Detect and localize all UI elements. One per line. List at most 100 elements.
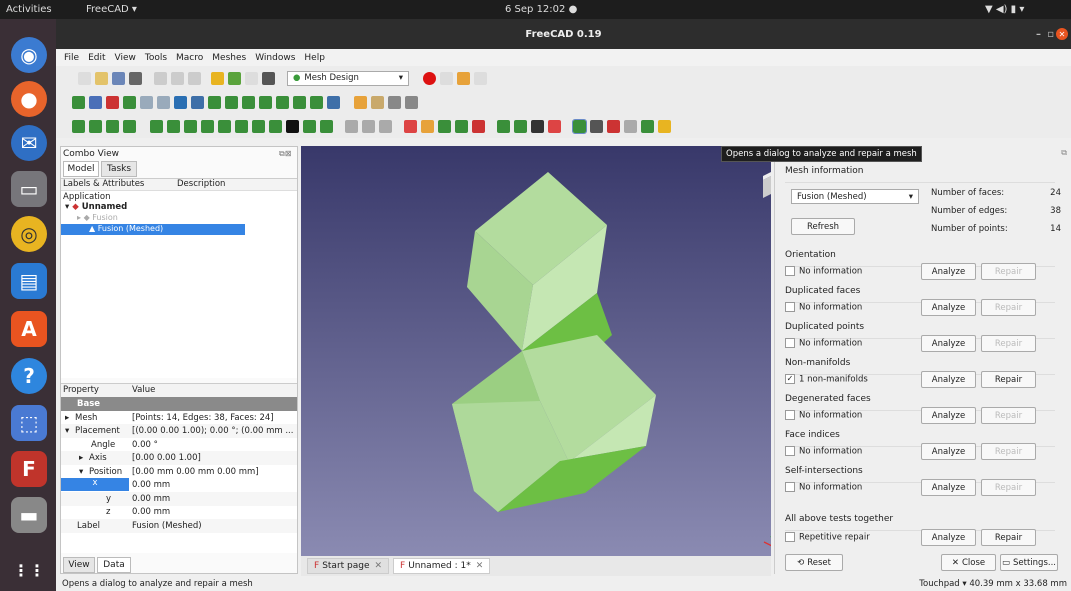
open-icon[interactable] [95,71,108,85]
fit-selection-icon[interactable] [89,95,102,109]
property-row-x[interactable]: x 0.00 mm [61,478,297,492]
rear-view-icon[interactable] [276,95,289,109]
non-manifolds-repair-button[interactable]: Repair [981,371,1036,388]
menu-view[interactable]: View [115,53,136,63]
new-icon[interactable] [78,71,91,85]
scale-icon[interactable] [303,119,316,133]
group-icon[interactable] [371,95,384,109]
duplicated-points-analyze-button[interactable]: Analyze [921,335,976,352]
minimize-icon[interactable]: – [1036,29,1041,40]
close-window-icon[interactable]: ✕ [1056,28,1068,40]
smooth-icon[interactable] [286,119,299,133]
undo-icon[interactable] [211,71,224,85]
degenerated-faces-analyze-button[interactable]: Analyze [921,407,976,424]
duplicated-faces-checkbox[interactable] [785,302,795,312]
close-tab-icon[interactable]: ✕ [375,561,383,571]
union-icon[interactable] [345,119,358,133]
self-intersections-analyze-button[interactable]: Analyze [921,479,976,496]
workbench-view-icon[interactable] [174,95,187,109]
top-view-icon[interactable] [242,95,255,109]
help-icon[interactable]: ? [11,358,47,394]
duplicated-points-repair-button[interactable]: Repair [981,335,1036,352]
face-indices-checkbox[interactable] [785,446,795,456]
duplicated-faces-status[interactable]: No information [785,302,862,313]
section-icon[interactable] [472,119,485,133]
orientation-repair-button[interactable]: Repair [981,263,1036,280]
whats-this-icon[interactable] [262,71,275,85]
tab-start-page[interactable]: F Start page ✕ [307,558,390,574]
regular-solid-icon[interactable] [123,119,136,133]
close-button[interactable]: ✕ Close [941,554,996,571]
property-row-z[interactable]: z 0.00 mm [61,505,297,519]
evaluation-icon[interactable] [150,119,163,133]
close-tab-icon[interactable]: ✕ [476,561,484,571]
non-manifolds-status[interactable]: ✓ 1 non-manifolds [785,374,868,385]
files-icon[interactable]: ▭ [11,171,47,207]
edit-macro-icon[interactable] [457,71,470,85]
export-mesh-icon[interactable] [89,119,102,133]
face-indices-status[interactable]: No information [785,446,862,457]
rhythmbox-icon[interactable]: ◎ [11,216,47,252]
all-analyze-button[interactable]: Analyze [921,529,976,546]
activities-button[interactable]: Activities [6,4,52,15]
non-manifolds-checkbox[interactable]: ✓ [785,374,795,384]
merge-icon[interactable] [497,119,510,133]
status-dimensions[interactable]: Touchpad ▾ 40.39 mm x 33.68 mm [919,579,1067,589]
save-icon[interactable] [112,71,125,85]
analyze-repair-icon[interactable] [572,118,587,134]
tab-view[interactable]: View [63,557,95,573]
duplicated-points-status[interactable]: No information [785,338,862,349]
thunderbird-icon[interactable]: ✉ [11,125,47,161]
freecad-icon[interactable]: F [11,451,47,487]
drive-icon[interactable]: ▬ [11,497,47,533]
draw-style-icon[interactable] [106,95,119,109]
property-row-label[interactable]: Label Fusion (Meshed) [61,519,297,533]
software-icon[interactable]: A [11,311,47,347]
menu-file[interactable]: File [64,53,79,63]
link-icon[interactable] [388,95,401,109]
duplicated-faces-analyze-button[interactable]: Analyze [921,299,976,316]
measure-icon[interactable] [327,95,340,109]
part-icon[interactable] [354,95,367,109]
evaluate-solid-icon[interactable] [590,119,603,133]
add-triangle-icon[interactable] [252,119,265,133]
3d-viewport[interactable] [301,146,782,574]
mesh-select[interactable]: Fusion (Meshed) ▾ [791,189,919,204]
paste-icon[interactable] [188,71,201,85]
menu-meshes[interactable]: Meshes [212,53,246,63]
link-actions-icon[interactable] [405,95,418,109]
remove-components-icon[interactable] [269,119,282,133]
self-intersections-repair-button[interactable]: Repair [981,479,1036,496]
face-indices-analyze-button[interactable]: Analyze [921,443,976,460]
zoom-icon[interactable] [191,95,204,109]
difference-icon[interactable] [379,119,392,133]
points-icon[interactable] [624,119,637,133]
segmentation-icon[interactable] [320,119,333,133]
duplicated-points-checkbox[interactable] [785,338,795,348]
firefox-icon[interactable]: ● [11,81,47,117]
chromium-icon[interactable]: ◉ [11,37,47,73]
dock-float-icon[interactable]: ⧉⊠ [279,149,291,159]
self-intersections-checkbox[interactable] [785,482,795,492]
print-icon[interactable] [129,71,142,85]
degenerated-faces-repair-button[interactable]: Repair [981,407,1036,424]
harmonize-normals-icon[interactable] [184,119,197,133]
tree-document[interactable]: ▾ ◆ Unnamed [65,202,127,212]
app-menu[interactable]: FreeCAD ▾ [86,4,137,15]
menu-windows[interactable]: Windows [255,53,295,63]
menu-edit[interactable]: Edit [88,53,105,63]
cross-sections-icon[interactable] [455,119,468,133]
unwrap-icon[interactable] [548,119,561,133]
isometric-icon[interactable] [208,95,221,109]
run-macro-icon[interactable] [474,71,487,85]
cut-mesh-icon[interactable] [404,119,417,133]
stop-macro-icon[interactable] [440,71,453,85]
menu-macro[interactable]: Macro [176,53,203,63]
forward-icon[interactable] [157,95,170,109]
property-row-y[interactable]: y 0.00 mm [61,492,297,506]
trim-mesh-icon[interactable] [421,119,434,133]
navigation-cube[interactable] [763,172,771,198]
app-grid-icon[interactable]: ⋮⋮ [11,552,47,588]
cut-icon[interactable] [154,71,167,85]
import-mesh-icon[interactable] [72,119,85,133]
